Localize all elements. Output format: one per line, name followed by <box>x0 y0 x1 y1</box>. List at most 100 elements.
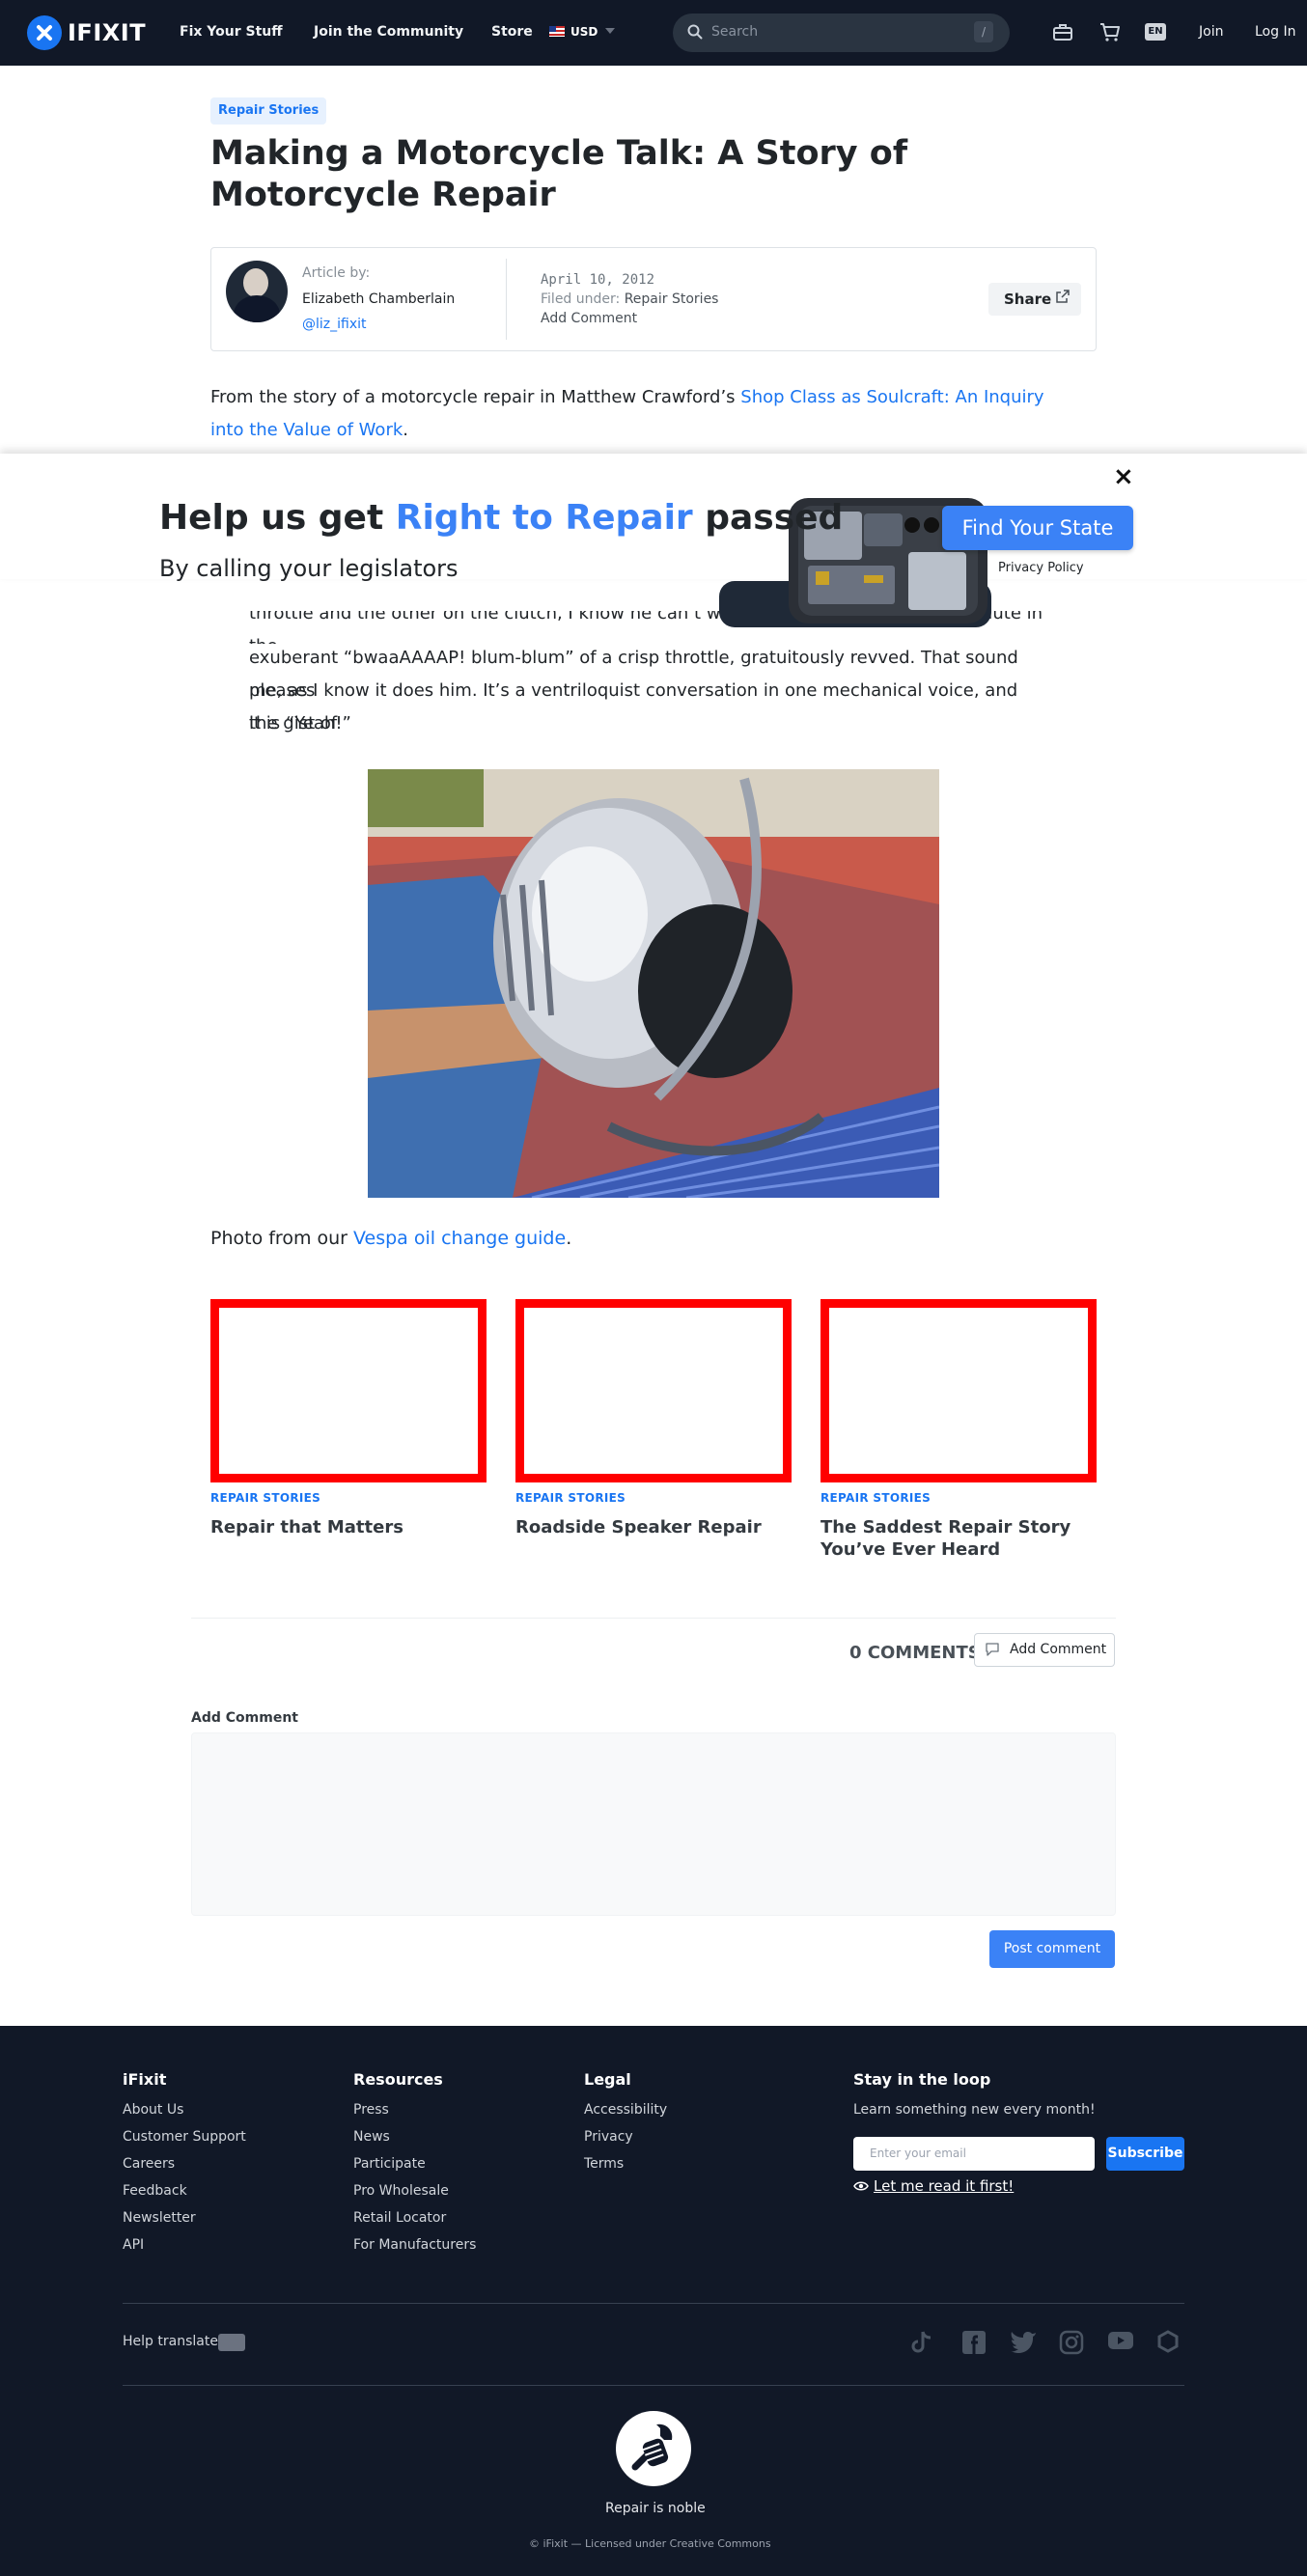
related-card-image[interactable] <box>210 1299 487 1482</box>
ifixit-logo-icon[interactable] <box>27 15 62 50</box>
quote-line-3: it is “Yeah!” <box>249 713 351 734</box>
footer-heading-legal: Legal <box>584 2070 631 2089</box>
footer-link[interactable]: Press <box>353 2102 389 2118</box>
add-comment-button-label: Add Comment <box>1010 1642 1107 1657</box>
caption-text: Photo from our <box>210 1228 354 1249</box>
instagram-icon[interactable] <box>1059 2330 1084 2355</box>
banner-headline-prefix: Help us get <box>159 498 396 538</box>
login-link[interactable]: Log In <box>1255 24 1295 40</box>
footer-divider <box>123 2385 1184 2386</box>
nav-fix-your-stuff[interactable]: Fix Your Stuff <box>180 24 283 40</box>
author-name[interactable]: Elizabeth Chamberlain <box>302 291 455 307</box>
vespa-oil-change-photo <box>368 769 939 1198</box>
youtube-icon[interactable] <box>1107 2330 1134 2351</box>
filed-category-link[interactable]: Repair Stories <box>625 291 719 307</box>
intro-text: From the story of a motorcycle repair in… <box>210 387 741 407</box>
footer-link[interactable]: Customer Support <box>123 2129 246 2145</box>
comment-textarea[interactable] <box>191 1732 1116 1916</box>
byline-label: Article by: <box>302 265 371 281</box>
footer-link[interactable]: Accessibility <box>584 2102 667 2118</box>
newsletter-heading: Stay in the loop <box>853 2070 991 2089</box>
vespa-guide-link[interactable]: Vespa oil change guide <box>353 1228 566 1249</box>
translate-icon[interactable] <box>218 2334 245 2351</box>
related-card-image[interactable] <box>820 1299 1097 1482</box>
search-shortcut-key: / <box>974 21 993 42</box>
share-label: Share <box>1004 291 1052 308</box>
banner-subheadline: By calling your legislators <box>159 555 459 582</box>
toolbox-icon[interactable] <box>1052 21 1073 42</box>
privacy-policy-link[interactable]: Privacy Policy <box>998 561 1084 575</box>
article-title: Making a Motorcycle Talk: A Story of Mot… <box>210 134 908 214</box>
footer-link[interactable]: About Us <box>123 2102 183 2118</box>
author-handle[interactable]: @liz_ifixit <box>302 317 367 332</box>
meta-divider <box>506 259 507 340</box>
license-text[interactable]: © iFixit — Licensed under Creative Commo… <box>529 2537 771 2550</box>
search-icon <box>687 24 703 40</box>
photo-caption: Photo from our Vespa oil change guide. <box>210 1228 571 1249</box>
footer-link[interactable]: News <box>353 2129 390 2145</box>
eye-icon <box>853 2181 869 2191</box>
footer-link[interactable]: Careers <box>123 2156 175 2172</box>
footer-link[interactable]: Pro Wholesale <box>353 2183 449 2199</box>
fist-wrench-icon <box>631 2424 673 2471</box>
footer-link[interactable]: Participate <box>353 2156 426 2172</box>
footer-link[interactable]: For Manufacturers <box>353 2237 476 2253</box>
related-card-title[interactable]: Repair that Matters <box>210 1516 487 1538</box>
help-translate-link[interactable]: Help translate <box>123 2334 218 2349</box>
search-placeholder: Search <box>711 24 759 40</box>
comment-bubble-icon <box>986 1643 999 1656</box>
footer-heading-ifixit: iFixit <box>123 2070 167 2089</box>
tiktok-icon[interactable] <box>910 2330 933 2355</box>
us-flag-icon[interactable] <box>549 26 565 37</box>
language-selector[interactable]: EN <box>1145 23 1166 41</box>
email-placeholder: Enter your email <box>870 2147 966 2160</box>
nav-store[interactable]: Store <box>491 24 533 40</box>
repair-is-noble-logo <box>616 2411 691 2486</box>
newsletter-text: Learn something new every month! <box>853 2102 1096 2118</box>
find-your-state-button[interactable]: Find Your State <box>942 506 1133 550</box>
footer-link[interactable]: API <box>123 2237 144 2253</box>
banner-headline-suffix: passed <box>692 498 844 538</box>
subscribe-button[interactable]: Subscribe <box>1106 2137 1184 2171</box>
footer-link[interactable]: Retail Locator <box>353 2210 446 2226</box>
post-comment-button[interactable]: Post comment <box>989 1930 1115 1968</box>
footer-divider <box>123 2303 1184 2304</box>
ifixit-logo-text[interactable]: IFIXIT <box>68 19 146 46</box>
banner-headline-highlight: Right to Repair <box>395 498 693 538</box>
related-card-title[interactable]: Roadside Speaker Repair <box>515 1516 792 1538</box>
footer-link[interactable]: Newsletter <box>123 2210 196 2226</box>
close-banner-button[interactable]: × <box>1113 462 1134 491</box>
join-link[interactable]: Join <box>1199 24 1223 40</box>
category-tag[interactable]: Repair Stories <box>210 97 327 125</box>
related-card-title[interactable]: The Saddest Repair Story You’ve Ever Hea… <box>820 1516 1097 1561</box>
author-avatar[interactable] <box>226 261 288 322</box>
cart-icon[interactable] <box>1099 21 1121 42</box>
related-card-category[interactable]: REPAIR STORIES <box>210 1491 320 1505</box>
banner-headline: Help us get Right to Repair passed <box>159 498 843 538</box>
related-card-image[interactable] <box>515 1299 792 1482</box>
footer-link[interactable]: Privacy <box>584 2129 633 2145</box>
hexagon-icon[interactable] <box>1156 2330 1180 2353</box>
intro-end: . <box>403 420 408 440</box>
nav-join-the-community[interactable]: Join the Community <box>314 24 463 40</box>
twitter-icon[interactable] <box>1010 2330 1037 2353</box>
comments-divider <box>191 1618 1116 1619</box>
chevron-down-icon[interactable] <box>605 28 615 34</box>
related-card-category[interactable]: REPAIR STORIES <box>820 1491 931 1505</box>
comment-form-label: Add Comment <box>191 1710 298 1726</box>
footer-link[interactable]: Feedback <box>123 2183 187 2199</box>
external-link-icon <box>1056 290 1070 303</box>
footer-heading-resources: Resources <box>353 2070 443 2089</box>
intro-paragraph: From the story of a motorcycle repair in… <box>210 381 1079 447</box>
currency-selector[interactable]: USD <box>570 25 598 39</box>
comment-count: 0 COMMENTS <box>849 1643 981 1663</box>
filed-under: Filed under: Repair Stories <box>541 291 718 307</box>
related-card-category[interactable]: REPAIR STORIES <box>515 1491 626 1505</box>
footer-link[interactable]: Terms <box>584 2156 624 2172</box>
article-date: April 10, 2012 <box>541 272 655 288</box>
caption-end: . <box>566 1228 572 1249</box>
facebook-icon[interactable] <box>961 2330 987 2355</box>
read-newsletter-link[interactable]: Let me read it first! <box>874 2177 1014 2195</box>
add-comment-link[interactable]: Add Comment <box>541 311 637 326</box>
footer-tagline: Repair is noble <box>605 2501 706 2516</box>
